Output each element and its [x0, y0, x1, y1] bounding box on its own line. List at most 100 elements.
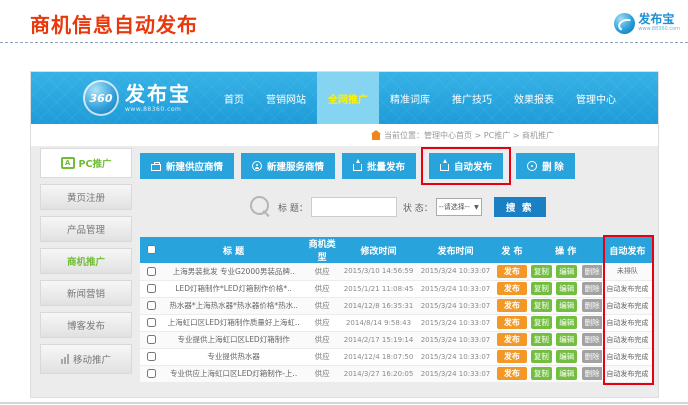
- breadcrumb: 当前位置：管理中心首页 > PC推广 > 商机推广: [384, 130, 554, 141]
- app-logo-name: 发布宝: [125, 84, 191, 104]
- row-published-time: 2015/3/24 10:33:07: [417, 297, 494, 314]
- edit-button[interactable]: 编辑: [556, 265, 577, 278]
- search-button[interactable]: 搜 索: [494, 197, 546, 217]
- copy-button[interactable]: 复制: [531, 299, 552, 312]
- edit-button[interactable]: 编辑: [556, 350, 577, 363]
- sidebar-item-business-promotion[interactable]: 商机推广: [40, 248, 132, 274]
- row-title: 上海虹口区LED灯箱制作质量好上海虹..: [163, 314, 304, 331]
- edit-button[interactable]: 编辑: [556, 333, 577, 346]
- site-logo-name: 发布宝: [638, 13, 680, 25]
- publish-button[interactable]: 发布: [497, 350, 527, 363]
- row-title: 专业供应上海虹口区LED灯箱制作-上..: [163, 365, 304, 382]
- publish-button[interactable]: 发布: [497, 333, 527, 346]
- row-checkbox[interactable]: [147, 352, 156, 361]
- publish-button[interactable]: 发布: [497, 299, 527, 312]
- edit-button[interactable]: 编辑: [556, 299, 577, 312]
- table-row: 上海男装批发 专业G2000男装品牌.. 供应 2015/3/10 14:56:…: [140, 263, 653, 280]
- row-modified-time: 2014/12/8 16:35:31: [340, 297, 417, 314]
- copy-button[interactable]: 复制: [531, 282, 552, 295]
- nav-item[interactable]: 首页: [213, 72, 255, 124]
- row-published-time: 2015/3/24 10:33:07: [417, 331, 494, 348]
- row-modified-time: 2014/8/14 9:58:43: [340, 314, 417, 331]
- auto-publish-status: 自动发布完成: [602, 280, 653, 297]
- edit-button[interactable]: 编辑: [556, 367, 577, 380]
- table-header-row: 标 题 商机类型 修改时间 发布时间 发 布 操 作 自动发布: [140, 237, 653, 263]
- new-supply-button[interactable]: 新建供应商情: [140, 153, 234, 179]
- row-title: LED灯箱制作*LED灯箱制作价格*..: [163, 280, 304, 297]
- publish-button[interactable]: 发布: [497, 316, 527, 329]
- sidebar-item-mobile-promotion[interactable]: 移动推广: [40, 344, 132, 374]
- row-checkbox[interactable]: [147, 318, 156, 327]
- page-title: 商机信息自动发布: [30, 9, 198, 38]
- sidebar-item-pc-promotion[interactable]: A PC推广: [40, 148, 132, 178]
- nav-item[interactable]: 效果报表: [503, 72, 565, 124]
- row-published-time: 2015/3/24 10:33:07: [417, 280, 494, 297]
- auto-publish-status: 自动发布完成: [602, 314, 653, 331]
- nav-item[interactable]: 营销网站: [255, 72, 317, 124]
- content-area: A PC推广 黄页注册 产品管理 商机推广 新闻营销 博客发布: [31, 146, 658, 397]
- table-row: 专业提供上海虹口区LED灯箱制作 供应 2014/2/17 15:19:14 2…: [140, 331, 653, 348]
- row-checkbox[interactable]: [147, 301, 156, 310]
- row-type: 供应: [304, 314, 340, 331]
- sidebar-item-news-marketing[interactable]: 新闻营销: [40, 280, 132, 306]
- copy-button[interactable]: 复制: [531, 367, 552, 380]
- row-delete-button[interactable]: 删除: [582, 299, 602, 312]
- business-table: 标 题 商机类型 修改时间 发布时间 发 布 操 作 自动发布: [140, 237, 653, 383]
- auto-publish-button[interactable]: 自动发布: [429, 153, 503, 179]
- nav-item[interactable]: 推广技巧: [441, 72, 503, 124]
- row-delete-button[interactable]: 删除: [582, 282, 602, 295]
- copy-button[interactable]: 复制: [531, 333, 552, 346]
- select-all-checkbox[interactable]: [147, 245, 156, 254]
- main-nav: 首页 营销网站 全网推广 精准词库 推广技巧: [213, 72, 627, 124]
- publish-button[interactable]: 发布: [497, 282, 527, 295]
- sidebar-item-blog-publish[interactable]: 博客发布: [40, 312, 132, 338]
- nav-item[interactable]: 精准词库: [379, 72, 441, 124]
- row-checkbox[interactable]: [147, 267, 156, 276]
- publish-button[interactable]: 发布: [497, 265, 527, 278]
- row-delete-button[interactable]: 删除: [582, 316, 602, 329]
- edit-button[interactable]: 编辑: [556, 282, 577, 295]
- batch-publish-button[interactable]: 批量发布: [342, 153, 416, 179]
- copy-button[interactable]: 复制: [531, 350, 552, 363]
- app-window: 360 发布宝 www.88360.com 首页 营销网站: [31, 72, 658, 397]
- row-title: 专业提供上海虹口区LED灯箱制作: [163, 331, 304, 348]
- copy-button[interactable]: 复制: [531, 265, 552, 278]
- row-type: 供应: [304, 280, 340, 297]
- title-search-input[interactable]: [311, 197, 397, 217]
- copy-button[interactable]: 复制: [531, 316, 552, 329]
- main-panel: 新建供应商情 新建服务商情 批量发布 自动发布: [140, 146, 653, 383]
- col-operations: 操 作: [530, 237, 602, 263]
- table-row: LED灯箱制作*LED灯箱制作价格*.. 供应 2015/1/21 11:08:…: [140, 280, 653, 297]
- row-delete-button[interactable]: 删除: [582, 265, 602, 278]
- site-logo-icon: [614, 13, 635, 34]
- row-delete-button[interactable]: 删除: [582, 367, 602, 380]
- app-logo-icon: 360: [83, 80, 119, 116]
- table-row: 专业供应上海虹口区LED灯箱制作-上.. 供应 2014/3/27 16:20:…: [140, 365, 653, 382]
- sidebar-item-product-management[interactable]: 产品管理: [40, 216, 132, 242]
- row-checkbox[interactable]: [147, 369, 156, 378]
- row-published-time: 2015/3/24 10:33:07: [417, 365, 494, 382]
- title-search-label: 标 题：: [278, 201, 308, 214]
- nav-item[interactable]: 管理中心: [565, 72, 627, 124]
- upload-icon: [353, 164, 362, 171]
- delete-button[interactable]: 删 除: [516, 153, 575, 179]
- col-type: 商机类型: [304, 237, 340, 263]
- toolbar: 新建供应商情 新建服务商情 批量发布 自动发布: [140, 152, 653, 180]
- row-checkbox[interactable]: [147, 284, 156, 293]
- upload-icon: [440, 164, 449, 171]
- mobile-promotion-icon: [61, 354, 69, 364]
- row-checkbox[interactable]: [147, 335, 156, 344]
- row-type: 供应: [304, 348, 340, 365]
- nav-item[interactable]: 全网推广: [317, 72, 379, 124]
- sidebar-item-yellowpage-register[interactable]: 黄页注册: [40, 184, 132, 210]
- briefcase-icon: [151, 164, 161, 171]
- pc-promotion-icon: A: [61, 157, 75, 169]
- row-delete-button[interactable]: 删除: [582, 350, 602, 363]
- new-service-button[interactable]: 新建服务商情: [241, 153, 335, 179]
- publish-button[interactable]: 发布: [497, 367, 527, 380]
- row-type: 供应: [304, 263, 340, 280]
- row-delete-button[interactable]: 删除: [582, 333, 602, 346]
- app-logo-url: www.88360.com: [125, 107, 191, 113]
- status-filter-select[interactable]: --请选择-- ▼: [436, 198, 482, 216]
- edit-button[interactable]: 编辑: [556, 316, 577, 329]
